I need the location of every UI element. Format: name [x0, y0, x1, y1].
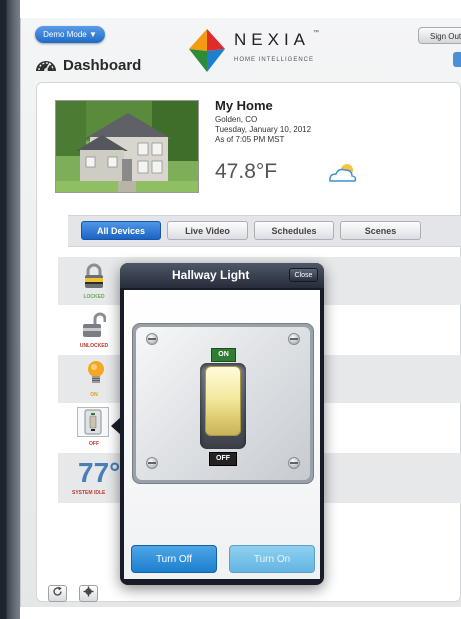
- bottom-strip: [20, 607, 461, 619]
- tab-all-devices[interactable]: All Devices: [81, 221, 161, 240]
- home-photo: [55, 100, 199, 193]
- settings-button[interactable]: [79, 585, 98, 602]
- modal-title: Hallway Light: [172, 268, 250, 282]
- tab-scenes[interactable]: Scenes: [340, 221, 421, 240]
- switch-off-label: OFF: [209, 452, 237, 466]
- dashboard-gauge-icon: [36, 61, 56, 72]
- screw-icon: [146, 457, 158, 469]
- home-name: My Home: [215, 98, 273, 113]
- device-status-locked: LOCKED: [83, 294, 105, 300]
- outdoor-temperature: 47.8°F: [215, 160, 278, 183]
- logo-brand: NEXIA: [234, 30, 311, 49]
- app-frame: Demo Mode ▼ Sign Out Dashboard NEXIA ™ H…: [0, 0, 461, 619]
- device-status-on: ON: [90, 392, 98, 398]
- padlock-locked-icon: [85, 263, 103, 288]
- refresh-button[interactable]: [48, 585, 67, 602]
- turn-on-button[interactable]: Turn On: [229, 545, 315, 573]
- device-status-system-idle: SYSTEM IDLE: [72, 490, 106, 496]
- nexia-logo-icon: [189, 29, 225, 72]
- device-status-off: OFF: [89, 441, 99, 447]
- demo-mode-button[interactable]: Demo Mode ▼: [35, 26, 105, 43]
- close-button[interactable]: Close: [289, 268, 318, 282]
- logo-trademark: ™: [313, 30, 319, 36]
- light-bulb-icon: [88, 361, 104, 383]
- background-edge: [0, 0, 20, 619]
- edge-blue-button[interactable]: [453, 52, 461, 67]
- device-status-unlocked: UNLOCKED: [79, 343, 109, 349]
- screw-icon: [288, 333, 300, 345]
- tab-live-video[interactable]: Live Video: [167, 221, 248, 240]
- screw-icon: [146, 333, 158, 345]
- home-as-of-time: As of 7:05 PM MST: [215, 135, 285, 144]
- refresh-icon: [53, 586, 62, 596]
- screw-icon: [288, 457, 300, 469]
- house-image: [56, 101, 198, 192]
- light-switch-toggle[interactable]: [205, 366, 241, 436]
- page-title: Dashboard: [63, 57, 142, 74]
- partly-cloudy-icon: [329, 164, 357, 182]
- sign-out-button[interactable]: Sign Out: [418, 27, 461, 44]
- gear-icon: [83, 586, 94, 597]
- thermostat-temperature: 77°: [78, 457, 121, 488]
- padlock-unlocked-icon: [83, 312, 106, 337]
- switch-on-label: ON: [211, 348, 236, 362]
- turn-off-button[interactable]: Turn Off: [131, 545, 217, 573]
- light-switch-icon: [84, 409, 102, 435]
- home-location: Golden, CO: [215, 115, 258, 124]
- home-date: Tuesday, January 10, 2012: [215, 125, 312, 134]
- logo-tagline: HOME INTELLIGENCE: [234, 57, 315, 63]
- tab-schedules[interactable]: Schedules: [254, 221, 334, 240]
